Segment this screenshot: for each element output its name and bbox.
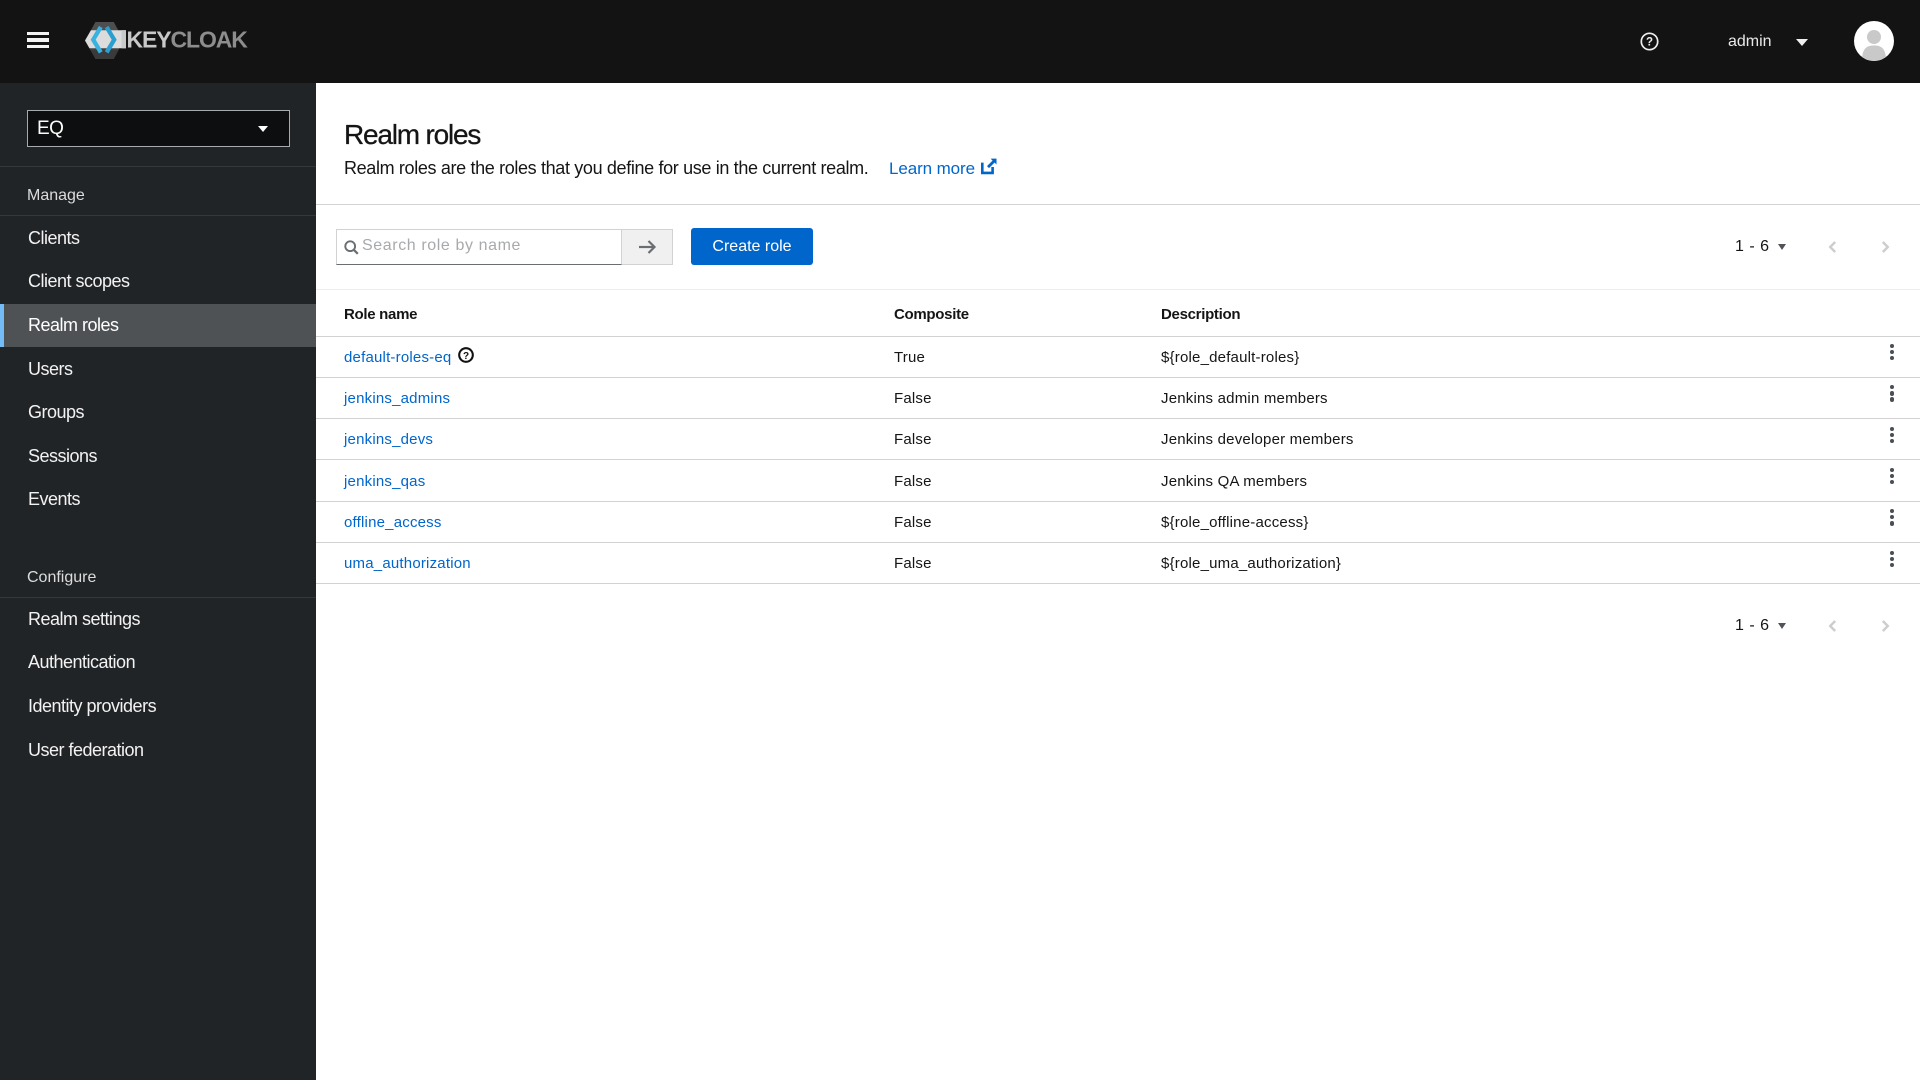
svg-text:?: ?	[462, 350, 468, 361]
svg-text:KEYCLOAK: KEYCLOAK	[127, 27, 249, 53]
svg-text:?: ?	[1646, 37, 1653, 49]
